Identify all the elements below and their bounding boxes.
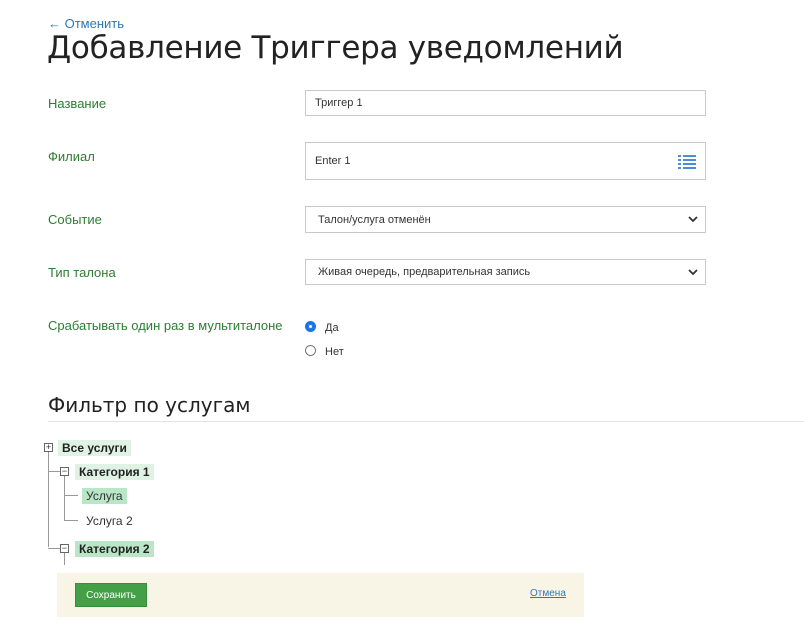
tree-node-service[interactable]: Услуга	[82, 488, 127, 504]
event-selected-value: Талон/услуга отменён	[318, 213, 431, 226]
name-label: Название	[48, 96, 107, 111]
tree-connector	[64, 520, 78, 521]
save-button[interactable]: Сохранить	[75, 583, 147, 607]
tree-node-service-2[interactable]: Услуга 2	[82, 513, 137, 529]
page-title: Добавление Триггера уведомлений	[47, 30, 624, 66]
tree-connector	[48, 548, 60, 549]
event-select[interactable]: Талон/услуга отменён	[305, 206, 706, 233]
tree-connector	[48, 452, 49, 547]
back-link[interactable]: ← Отменить	[48, 16, 124, 31]
list-icon[interactable]	[678, 155, 696, 172]
expand-icon[interactable]: +	[44, 443, 53, 452]
chevron-down-icon	[687, 214, 699, 226]
ticket-type-label: Тип талона	[48, 265, 116, 280]
cancel-link[interactable]: Отмена	[530, 588, 566, 599]
name-value: Триггер 1	[315, 97, 363, 109]
ticket-type-selected-value: Живая очередь, предварительная запись	[318, 266, 531, 278]
tree-node-all-services[interactable]: Все услуги	[58, 440, 131, 456]
tree-connector	[48, 471, 60, 472]
tree-node-category-1[interactable]: Категория 1	[75, 464, 154, 480]
radio-no[interactable]: Нет	[305, 343, 344, 358]
branch-value: Enter 1	[315, 155, 351, 167]
name-field[interactable]: Триггер 1	[305, 90, 706, 116]
chevron-down-icon	[687, 266, 699, 278]
tree-connector	[64, 476, 65, 520]
filter-section-title: Фильтр по услугам	[48, 393, 251, 417]
collapse-icon[interactable]: −	[60, 544, 69, 553]
ticket-type-select[interactable]: Живая очередь, предварительная запись	[305, 259, 706, 285]
collapse-icon[interactable]: −	[60, 467, 69, 476]
tree-connector	[64, 553, 65, 565]
radio-no-control[interactable]	[305, 345, 316, 356]
section-divider	[48, 421, 804, 422]
radio-no-label: Нет	[325, 346, 344, 358]
tree-connector	[64, 495, 78, 496]
branch-field[interactable]: Enter 1	[305, 142, 706, 180]
branch-label: Филиал	[48, 149, 95, 164]
tree-node-category-2[interactable]: Категория 2	[75, 541, 154, 557]
radio-yes-label: Да	[325, 322, 339, 334]
radio-yes[interactable]: Да	[305, 319, 339, 334]
multi-label: Срабатывать один раз в мультиталоне	[48, 318, 283, 333]
event-label: Событие	[48, 212, 102, 227]
radio-yes-control[interactable]	[305, 321, 316, 332]
